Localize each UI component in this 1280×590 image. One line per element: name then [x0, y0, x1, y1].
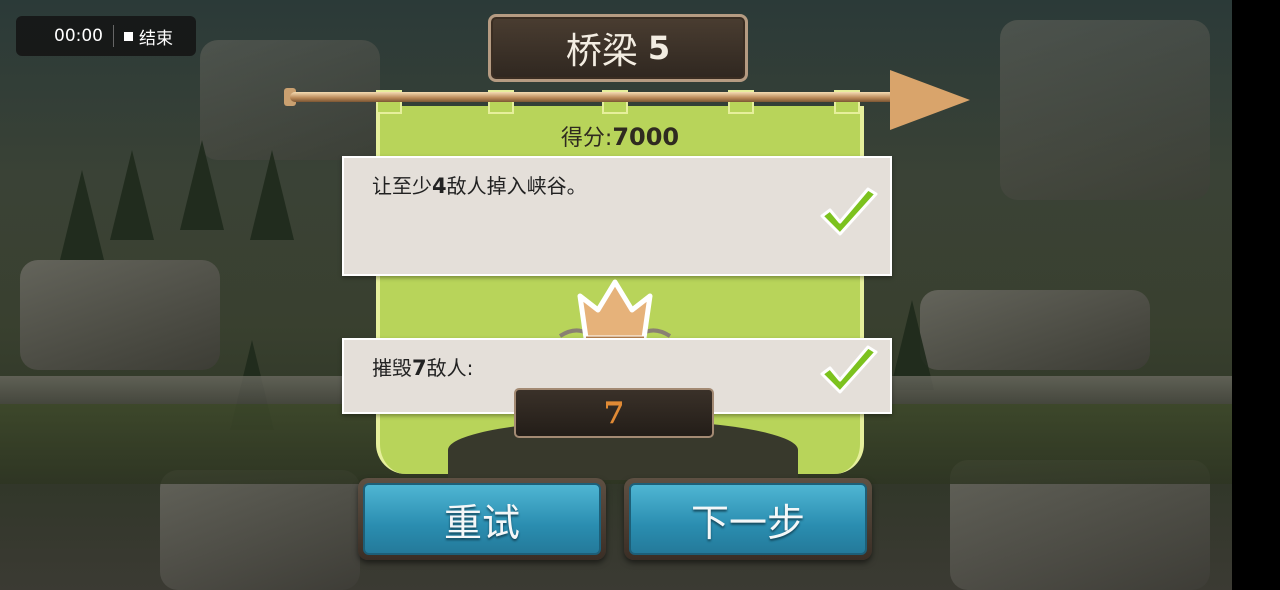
objective-text-before: 让至少 [372, 174, 432, 198]
retry-button-label[interactable]: 重试 [363, 483, 601, 555]
level-title: 桥梁 5 [488, 14, 748, 82]
retry-button[interactable]: 重试 [358, 478, 606, 560]
objective-count: 4 [432, 174, 447, 198]
objective-text: 让至少4敌人掉入峡谷。 [372, 170, 587, 199]
trumpet-bell [890, 70, 970, 130]
objective-text: 摧毁7敌人: [372, 352, 473, 381]
objective-count: 7 [412, 356, 427, 380]
tree [250, 150, 294, 240]
level-number: 5 [647, 29, 671, 67]
screen-edge [1232, 0, 1280, 590]
score-label: 得分: [560, 126, 613, 151]
tree [110, 150, 154, 240]
rock [160, 470, 360, 590]
rock [920, 290, 1150, 370]
screen-recorder-overlay: 00:00 结束 [16, 16, 196, 56]
checkmark-icon [820, 187, 878, 236]
score-value: 7000 [612, 123, 680, 151]
checkmark-icon [820, 345, 878, 394]
objective-text-before: 摧毁 [372, 356, 412, 380]
stop-recording-button[interactable]: 结束 [139, 24, 173, 49]
kill-counter: 7 [514, 388, 714, 438]
rock [1000, 20, 1210, 200]
next-button-label[interactable]: 下一步 [629, 483, 867, 555]
tree [60, 170, 104, 260]
trumpet-icon [290, 92, 930, 102]
next-button[interactable]: 下一步 [624, 478, 872, 560]
tree [180, 140, 224, 230]
objective-text-after: 敌人掉入峡谷。 [446, 174, 587, 198]
score-display: 得分:7000 [376, 120, 864, 152]
objective-text-after: 敌人: [426, 356, 474, 380]
objective-card-1: 让至少4敌人掉入峡谷。 [342, 156, 892, 276]
rock [20, 260, 220, 370]
stop-icon[interactable] [124, 31, 133, 41]
recording-time: 00:00 [54, 26, 103, 46]
level-name: 桥梁 [565, 31, 638, 72]
divider [113, 25, 114, 47]
